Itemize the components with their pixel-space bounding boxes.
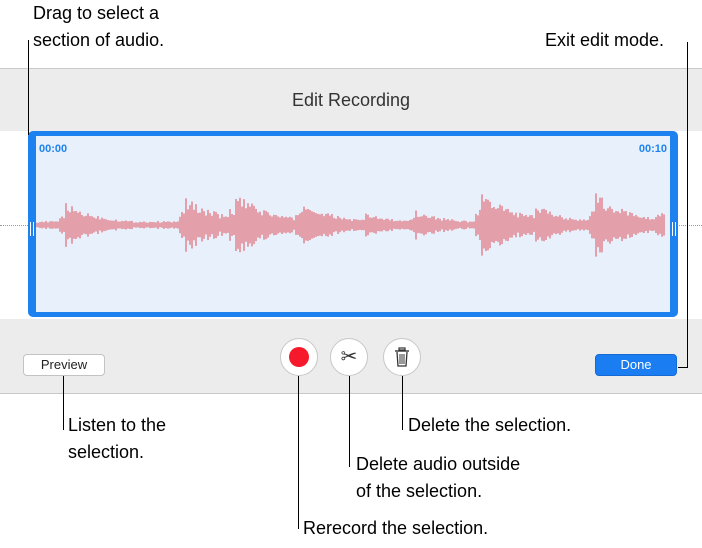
callout-exit-edit-mode: Exit edit mode. [545,30,665,50]
callout-trim: Delete audio outside of the selection. [356,451,520,505]
callout-rerecord: Rerecord the selection. [303,518,489,538]
callout-drag-line-2: section of audio. [33,30,165,50]
callout-listen-leader [63,376,64,430]
callout-drag-line-1: Drag to select a [33,3,160,23]
callout-exit-leader-v [687,42,688,368]
preview-button[interactable]: Preview [23,354,105,376]
edit-recording-window: Edit Recording 00:00 00:10 Preview ✂ Don… [0,68,702,394]
trim-button[interactable]: ✂ [330,338,368,376]
callout-trim-leader [349,376,350,467]
window-title: Edit Recording [291,90,411,110]
delete-button[interactable] [383,338,421,376]
done-button[interactable]: Done [595,354,677,376]
callout-rerecord-leader [298,376,299,529]
right-selection-handle[interactable] [672,222,676,236]
callout-listen: Listen to the selection. [68,412,166,466]
audio-waveform [36,193,665,257]
callout-delete-leader [402,376,403,430]
callout-listen-line-2: selection. [68,442,145,462]
callout-trim-line-2: of the selection. [356,481,483,501]
callout-trim-line-1: Delete audio outside [356,454,521,474]
waveform-area[interactable]: 00:00 00:10 [0,131,702,319]
callout-drag-to-select: Drag to select a section of audio. [33,0,164,54]
callout-listen-line-1: Listen to the [68,415,167,435]
callout-drag-leader [28,40,29,135]
callout-delete-selection: Delete the selection. [408,415,572,435]
record-icon [289,347,309,367]
scissors-icon: ✂ [340,346,358,368]
trash-icon [395,347,409,367]
callout-exit-leader-h [678,367,688,368]
left-selection-handle[interactable] [30,222,34,236]
record-button[interactable] [280,338,318,376]
